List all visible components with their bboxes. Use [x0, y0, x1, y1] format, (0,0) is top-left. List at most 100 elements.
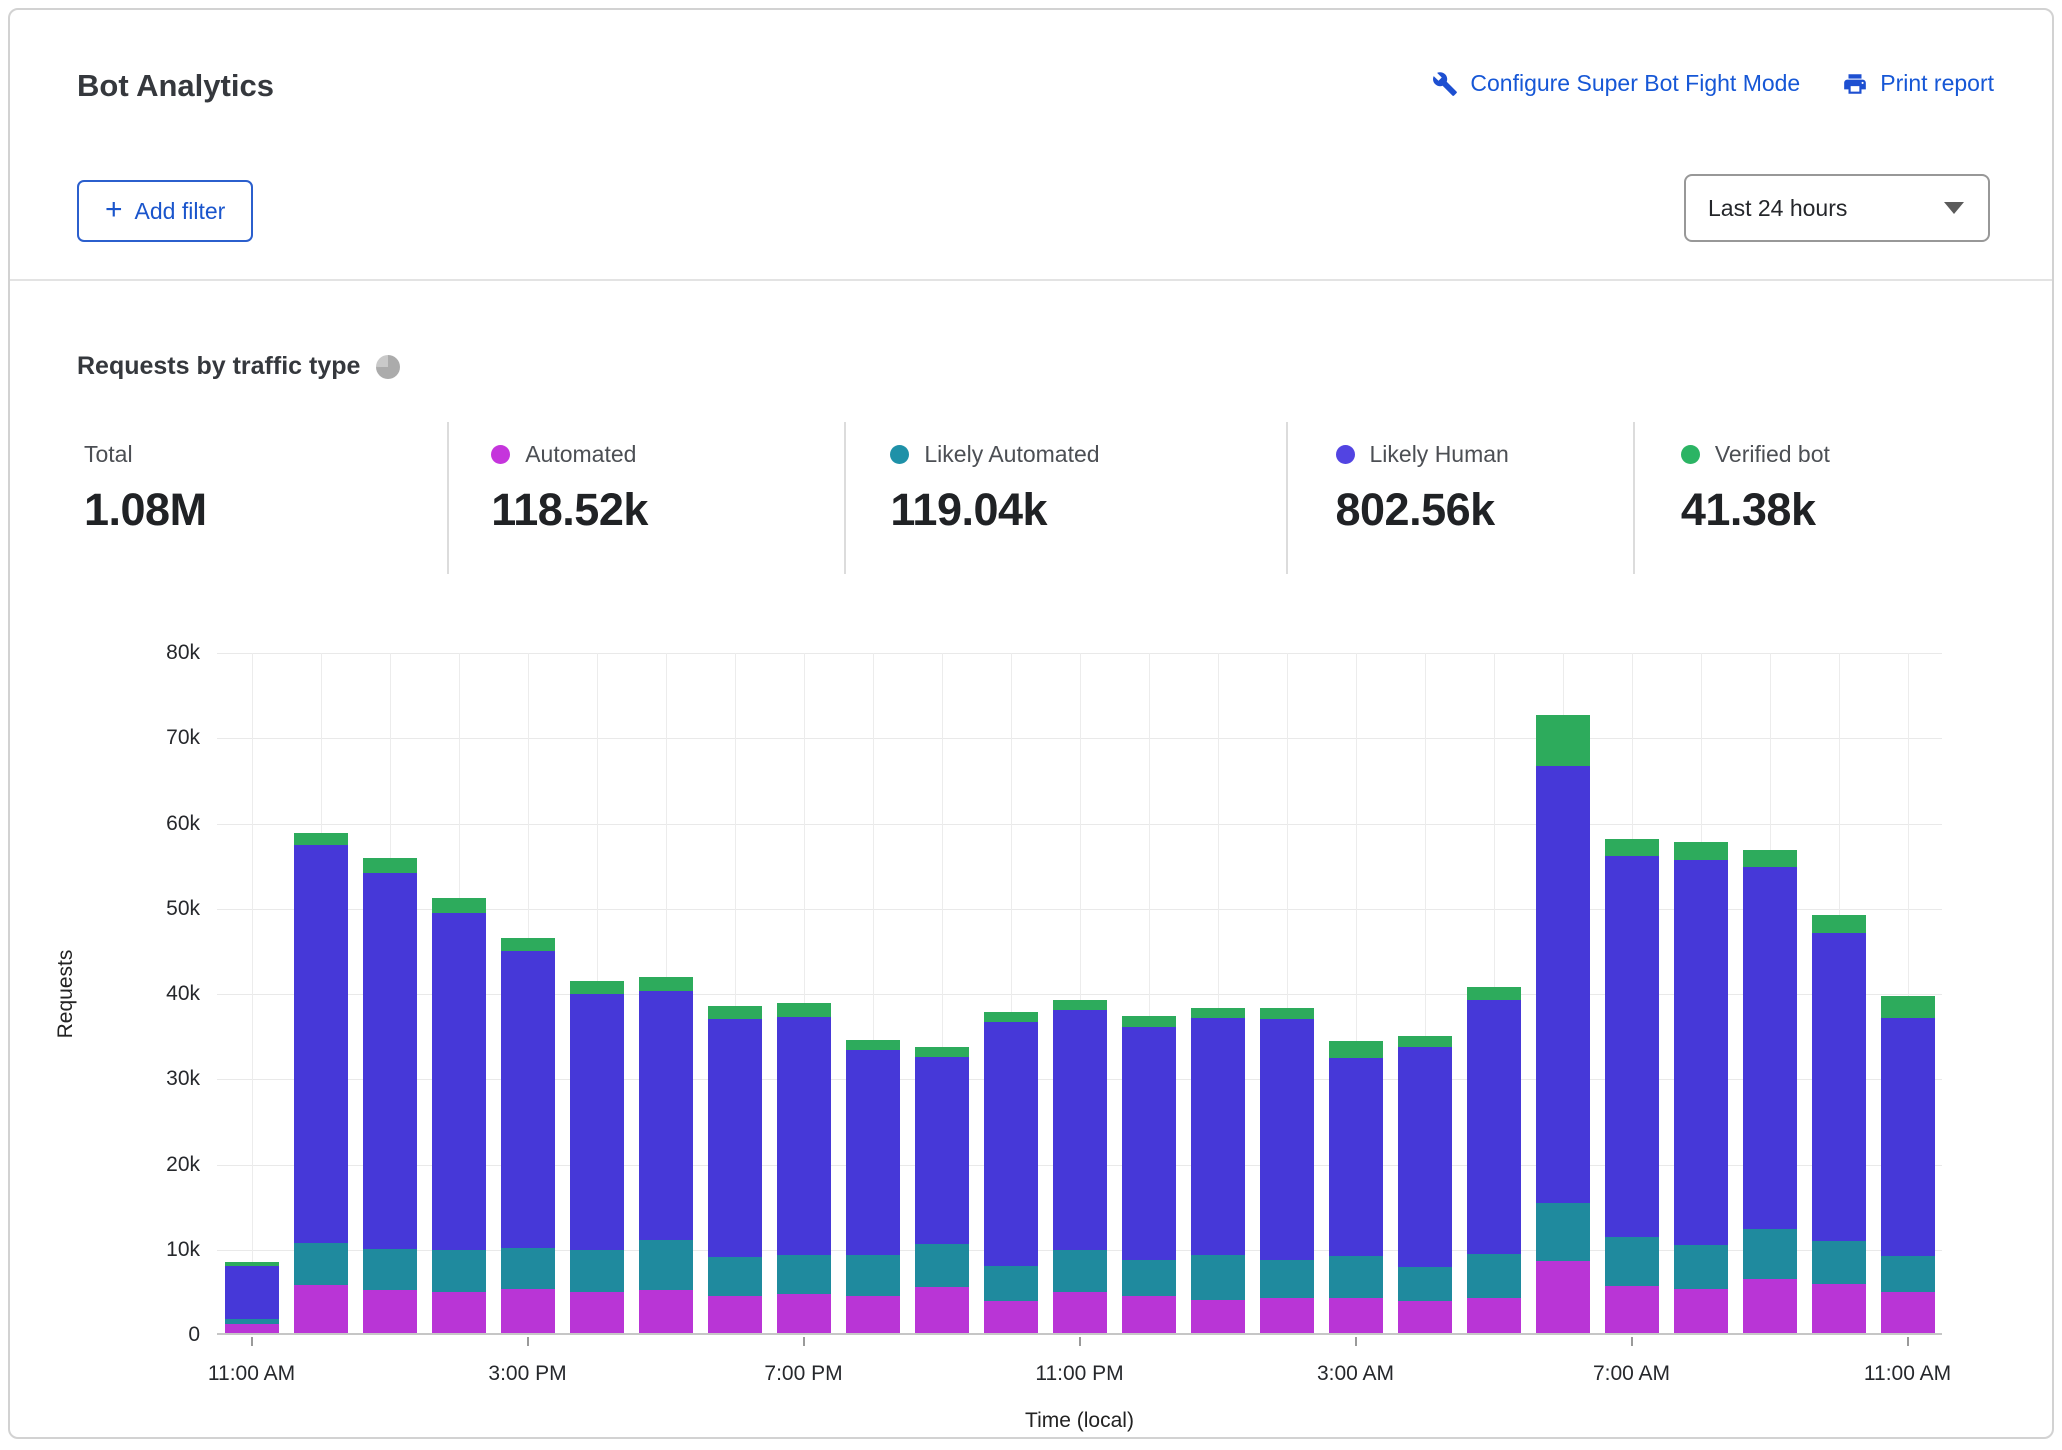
segment-automated [1674, 1289, 1728, 1333]
segment-likely-automated [984, 1266, 1038, 1302]
segment-automated [846, 1296, 900, 1333]
segment-automated [363, 1290, 417, 1333]
y-tick-label: 60k [10, 812, 200, 836]
segment-likely-automated [846, 1255, 900, 1296]
segment-likely-human [1605, 856, 1659, 1237]
stat-likely-automated: Likely Automated 119.04k [844, 422, 1285, 574]
bar-200am[interactable] [1260, 1008, 1314, 1333]
bar-1200pm[interactable] [294, 833, 348, 1333]
segment-verified-bot [1467, 987, 1521, 1000]
bar-100am[interactable] [1191, 1008, 1245, 1333]
bar-400am[interactable] [1398, 1036, 1452, 1333]
x-tick-label: 11:00 PM [1000, 1362, 1160, 1386]
y-axis-tick-labels: 010k20k30k40k50k60k70k80k [10, 653, 200, 1335]
segment-automated [915, 1287, 969, 1333]
bar-800am[interactable] [1674, 842, 1728, 1333]
x-tick [527, 1337, 529, 1346]
segment-automated [1743, 1279, 1797, 1333]
segment-automated [1053, 1292, 1107, 1333]
segment-likely-automated [1743, 1229, 1797, 1279]
bar-700pm[interactable] [777, 1003, 831, 1333]
segment-likely-automated [1536, 1203, 1590, 1261]
segment-automated [1812, 1284, 1866, 1333]
bar-1100pm[interactable] [1053, 1000, 1107, 1333]
x-tick [1631, 1337, 1633, 1346]
segment-verified-bot [777, 1003, 831, 1017]
bar-900am[interactable] [1743, 850, 1797, 1333]
segment-automated [777, 1294, 831, 1333]
time-range-value: Last 24 hours [1708, 195, 1847, 222]
stat-total-value: 1.08M [84, 484, 447, 536]
segment-verified-bot [432, 898, 486, 912]
segment-automated [294, 1285, 348, 1333]
bar-300am[interactable] [1329, 1041, 1383, 1333]
segment-verified-bot [639, 977, 693, 991]
segment-likely-human [1053, 1010, 1107, 1250]
section-title: Requests by traffic type [77, 352, 360, 381]
segment-automated [639, 1290, 693, 1333]
bar-800pm[interactable] [846, 1040, 900, 1333]
bar-1100am[interactable] [1881, 996, 1935, 1333]
segment-automated [1881, 1292, 1935, 1333]
x-tick-label: 7:00 PM [724, 1362, 884, 1386]
segment-likely-automated [1467, 1254, 1521, 1298]
bar-400pm[interactable] [570, 981, 624, 1333]
bar-1100am[interactable] [225, 1262, 279, 1333]
stat-automated-value: 118.52k [491, 484, 844, 536]
segment-automated [984, 1301, 1038, 1333]
segment-likely-automated [570, 1250, 624, 1292]
y-tick-label: 40k [10, 982, 200, 1006]
segment-likely-automated [501, 1248, 555, 1289]
segment-verified-bot [915, 1047, 969, 1056]
bar-600pm[interactable] [708, 1006, 762, 1333]
segment-automated [1605, 1286, 1659, 1333]
time-range-select[interactable]: Last 24 hours [1684, 174, 1990, 242]
bar-200pm[interactable] [432, 898, 486, 1333]
stat-total-label: Total [84, 441, 133, 468]
segment-likely-automated [1812, 1241, 1866, 1284]
segment-verified-bot [984, 1012, 1038, 1022]
bar-500am[interactable] [1467, 987, 1521, 1333]
segment-likely-automated [1329, 1256, 1383, 1298]
bar-100pm[interactable] [363, 858, 417, 1333]
segment-verified-bot [1053, 1000, 1107, 1010]
segment-likely-automated [915, 1244, 969, 1287]
stat-verified-bot-label: Verified bot [1715, 441, 1830, 468]
add-filter-button[interactable]: + Add filter [77, 180, 253, 242]
segment-verified-bot [570, 981, 624, 994]
segment-automated [501, 1289, 555, 1333]
stat-automated: Automated 118.52k [447, 422, 844, 574]
segment-likely-automated [294, 1243, 348, 1286]
segment-automated [570, 1292, 624, 1333]
segment-automated [1260, 1298, 1314, 1333]
segment-automated [225, 1324, 279, 1333]
card-header: Bot Analytics Configure Super Bot Fight … [10, 10, 2052, 281]
segment-verified-bot [1260, 1008, 1314, 1019]
bar-900pm[interactable] [915, 1047, 969, 1333]
print-report-link[interactable]: Print report [1842, 70, 1994, 97]
bar-500pm[interactable] [639, 977, 693, 1333]
bar-1000pm[interactable] [984, 1012, 1038, 1333]
segment-automated [1467, 1298, 1521, 1333]
y-tick-label: 20k [10, 1153, 200, 1177]
stat-automated-label: Automated [525, 441, 636, 468]
segment-likely-human [1812, 933, 1866, 1241]
bar-300pm[interactable] [501, 938, 555, 1333]
bar-600am[interactable] [1536, 715, 1590, 1333]
bar-1000am[interactable] [1812, 915, 1866, 1333]
segment-likely-human [501, 951, 555, 1248]
configure-super-bot-fight-mode-link[interactable]: Configure Super Bot Fight Mode [1432, 70, 1800, 97]
segment-likely-automated [363, 1249, 417, 1291]
pie-chart-icon [376, 355, 400, 379]
segment-verified-bot [1605, 839, 1659, 856]
bar-1200am[interactable] [1122, 1016, 1176, 1333]
segment-likely-human [777, 1017, 831, 1255]
x-tick [1079, 1337, 1081, 1346]
segment-likely-automated [708, 1257, 762, 1295]
bar-700am[interactable] [1605, 839, 1659, 1333]
segment-verified-bot [1881, 996, 1935, 1018]
segment-likely-human [1467, 1000, 1521, 1254]
segment-likely-automated [1398, 1267, 1452, 1301]
segment-likely-human [294, 845, 348, 1243]
segment-likely-automated [777, 1255, 831, 1294]
